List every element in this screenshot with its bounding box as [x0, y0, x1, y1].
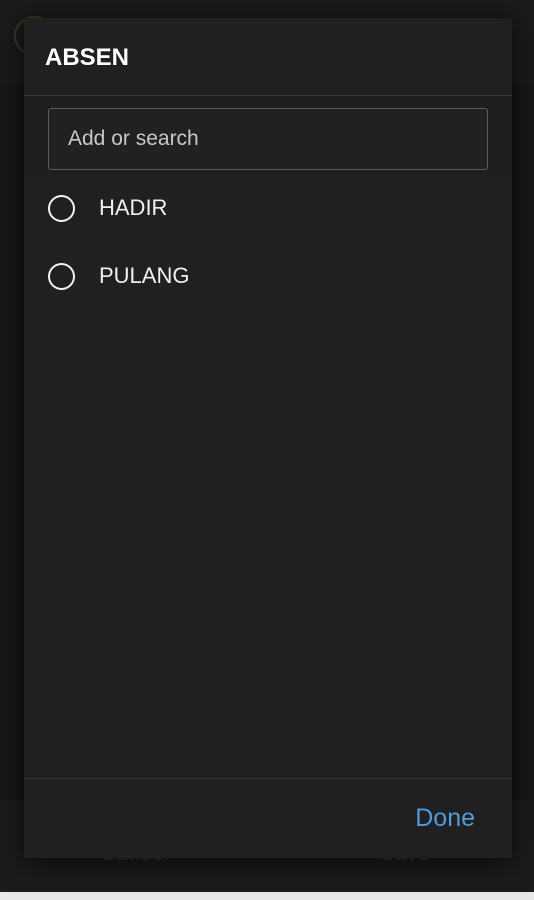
- option-label: PULANG: [99, 263, 190, 288]
- radio-button-icon[interactable]: [48, 262, 75, 290]
- option-pulang[interactable]: PULANG: [24, 242, 512, 310]
- absen-dialog: ABSEN HADIR PULANG Done: [24, 18, 512, 858]
- option-hadir[interactable]: HADIR: [24, 174, 512, 242]
- dialog-footer: Done: [24, 778, 512, 858]
- search-container: [24, 96, 512, 174]
- screen: Cancel Save ABSEN HADIR PULANG Done: [0, 0, 534, 900]
- bottom-strip: [0, 892, 534, 900]
- options-list: HADIR PULANG: [24, 174, 512, 778]
- search-input[interactable]: [48, 108, 488, 170]
- dialog-title: ABSEN: [24, 18, 512, 96]
- done-button[interactable]: Done: [415, 804, 475, 833]
- radio-button-icon[interactable]: [48, 194, 75, 222]
- option-label: HADIR: [99, 195, 168, 220]
